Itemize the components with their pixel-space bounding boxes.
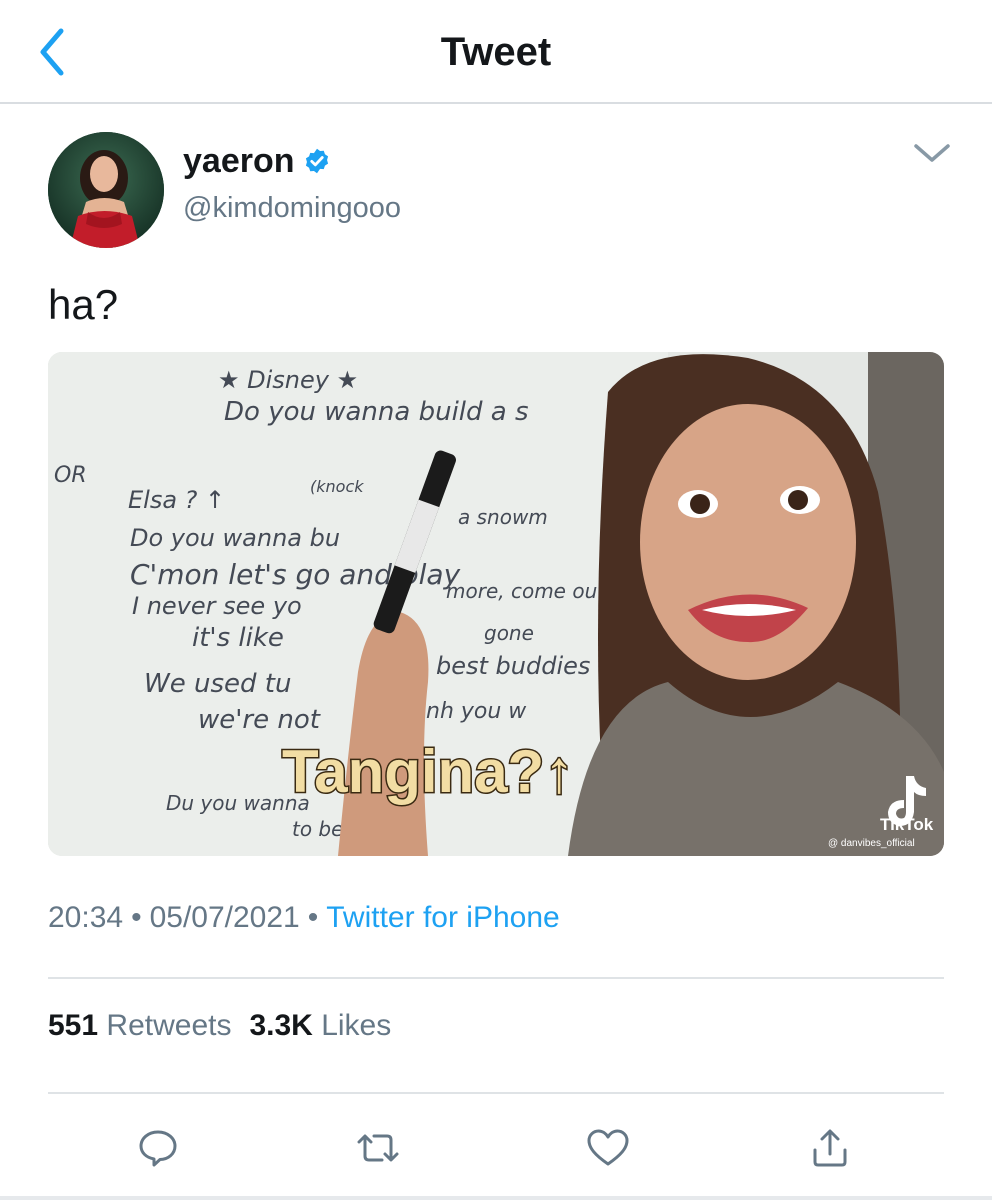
tweet-text: ha?: [48, 281, 119, 328]
whiteboard-line: best buddies: [436, 652, 590, 680]
whiteboard-line: Do you wanna bu: [130, 524, 340, 552]
tiktok-handle: @ danvibes_official: [828, 838, 915, 849]
like-button[interactable]: [578, 1118, 638, 1178]
retweets-stat[interactable]: 551 Retweets: [48, 1009, 231, 1042]
whiteboard-line: it's like: [192, 623, 284, 653]
whiteboard-line: OR: [54, 463, 87, 488]
media-image: ★ Disney ★ Do you wanna build a s OR Els…: [48, 352, 944, 856]
navigation-bar: Tweet: [0, 0, 992, 104]
tweet-actions: [48, 1118, 944, 1178]
whiteboard-line: We used tu: [144, 669, 291, 699]
user-handle[interactable]: @kimdomingooo: [183, 190, 401, 226]
whiteboard-line: we're not: [198, 705, 321, 735]
likes-stat[interactable]: 3.3K Likes: [249, 1009, 391, 1042]
display-name-text: yaeron: [183, 142, 295, 180]
whiteboard-line: Do you wanna build a s: [224, 397, 529, 427]
tweet-time: 20:34: [48, 901, 124, 934]
whiteboard-line: I never see yo: [132, 592, 302, 620]
avatar-image: [48, 132, 164, 248]
meta-separator: •: [131, 901, 142, 934]
divider: [48, 1092, 944, 1094]
whiteboard-line: Elsa ? ↑: [128, 486, 225, 514]
whiteboard-line: ★ Disney ★: [218, 366, 358, 394]
tweet-source-link[interactable]: Twitter for iPhone: [326, 901, 559, 934]
retweet-button[interactable]: [348, 1118, 408, 1178]
whiteboard-line: to be: [292, 817, 343, 841]
tweet-options-button[interactable]: [910, 138, 954, 168]
page-title: Tweet: [440, 30, 552, 74]
retweets-count: 551: [48, 1009, 99, 1042]
divider: [0, 1196, 992, 1200]
reply-icon: [139, 1130, 177, 1167]
whiteboard-line: a snowm: [458, 505, 548, 529]
whiteboard-line: nh you w: [426, 699, 527, 724]
tweet-author: yaeron @kimdomingooo: [48, 132, 950, 252]
likes-label: Likes: [321, 1009, 392, 1042]
share-button[interactable]: [800, 1118, 860, 1178]
likes-count: 3.3K: [249, 1009, 313, 1042]
avatar[interactable]: [48, 132, 164, 248]
display-name[interactable]: yaeron: [183, 140, 331, 182]
like-icon: [587, 1129, 629, 1166]
meta-separator: •: [307, 901, 319, 934]
tweet-stats: 551 Retweets 3.3K Likes: [48, 1006, 409, 1046]
chevron-down-icon: [914, 144, 950, 162]
media-caption: Tangina?↑: [282, 738, 574, 805]
share-icon: [813, 1129, 847, 1167]
whiteboard-line: (knock: [310, 477, 364, 496]
whiteboard-line: gone: [484, 621, 534, 645]
tweet-date: 05/07/2021: [149, 901, 300, 934]
tiktok-label: TikTok: [880, 815, 934, 834]
retweet-icon: [357, 1134, 399, 1162]
verified-badge-icon: [305, 148, 328, 174]
tweet-media[interactable]: ★ Disney ★ Do you wanna build a s OR Els…: [48, 352, 944, 856]
divider: [48, 977, 944, 979]
tweet-meta: 20:34 • 05/07/2021 • Twitter for iPhone: [48, 898, 560, 938]
reply-button[interactable]: [128, 1118, 188, 1178]
whiteboard-line: more, come ou: [446, 579, 597, 603]
retweets-label: Retweets: [106, 1009, 232, 1042]
